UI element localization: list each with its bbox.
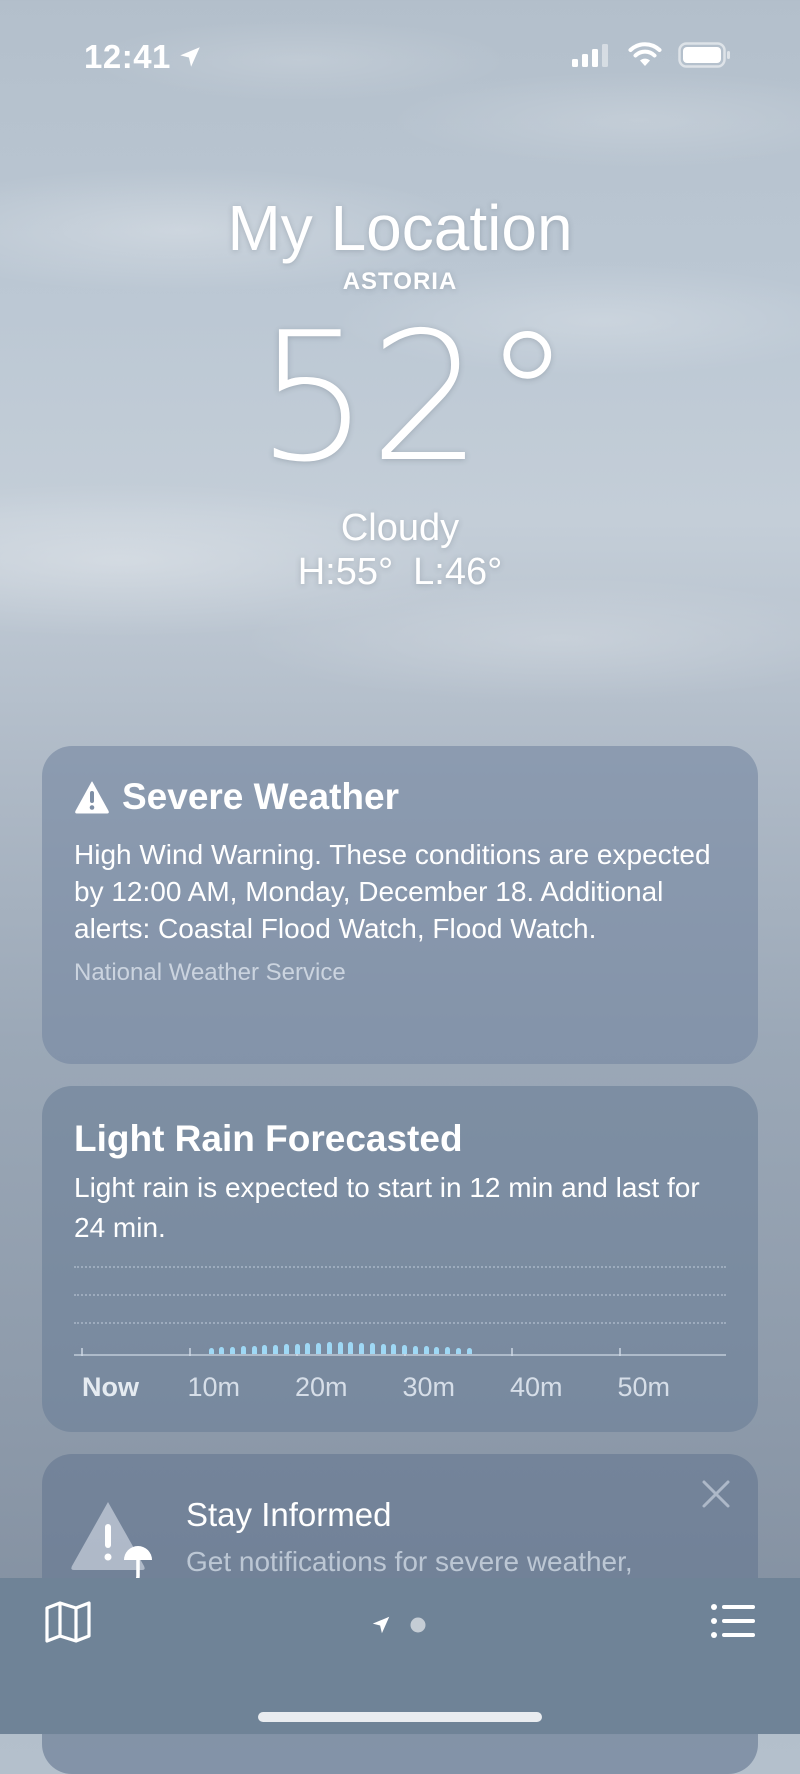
precipitation-bar xyxy=(240,1346,246,1354)
current-temperature: 52° xyxy=(256,294,572,501)
status-bar: 12:41 xyxy=(0,0,800,120)
list-icon[interactable] xyxy=(710,1602,756,1640)
severe-weather-source: National Weather Service xyxy=(74,959,346,986)
precipitation-bar xyxy=(251,1346,257,1354)
chart-tick-label: 50m xyxy=(617,1372,671,1402)
home-indicator[interactable] xyxy=(258,1712,542,1722)
precipitation-bar xyxy=(423,1346,429,1354)
chart-gridline xyxy=(74,1266,726,1268)
chart-tick-mark xyxy=(188,1348,191,1356)
precipitation-bar xyxy=(380,1344,386,1354)
precipitation-bar xyxy=(455,1348,461,1354)
precipitation-bar xyxy=(262,1345,268,1354)
precipitation-bar xyxy=(412,1346,418,1354)
precipitation-bar xyxy=(208,1348,214,1354)
status-icons xyxy=(572,42,732,68)
precipitation-bar xyxy=(445,1347,450,1354)
warning-triangle-icon xyxy=(75,781,109,814)
rain-forecast-title: Light Rain Forecasted xyxy=(74,1118,463,1159)
high-low: H:55° L:46° xyxy=(0,550,800,594)
rain-forecast-description: Light rain is expected to start in 12 mi… xyxy=(74,1172,700,1243)
chart-tick-mark xyxy=(81,1348,83,1356)
wifi-icon xyxy=(628,42,662,66)
chart-tick-label: Now xyxy=(82,1372,139,1402)
severe-weather-card[interactable]: Severe Weather High Wind Warning. These … xyxy=(42,746,758,1064)
precipitation-bar xyxy=(316,1343,321,1354)
precipitation-bar xyxy=(283,1344,289,1354)
chart-tick-label: 40m xyxy=(510,1372,563,1402)
chart-tick-mark xyxy=(511,1348,513,1356)
chart-tick-label: 30m xyxy=(402,1372,456,1402)
severe-weather-header: Severe Weather xyxy=(74,776,726,818)
precipitation-bar xyxy=(466,1348,472,1354)
precipitation-bar xyxy=(273,1345,278,1354)
chart-gridline xyxy=(74,1322,726,1324)
high-temperature: H:55° xyxy=(297,551,394,593)
location-arrow-icon xyxy=(180,47,200,67)
precipitation-bar xyxy=(402,1345,407,1354)
precipitation-chart: Now 10m 20m 30m 40m 50m xyxy=(74,1262,726,1412)
close-icon[interactable] xyxy=(698,1476,734,1512)
page-indicator[interactable] xyxy=(370,1614,426,1636)
battery-icon xyxy=(678,42,730,68)
precipitation-bar xyxy=(230,1347,235,1354)
precipitation-bar xyxy=(219,1347,225,1354)
map-icon[interactable] xyxy=(44,1600,92,1644)
page-dot-icon xyxy=(410,1617,426,1633)
location-arrow-icon xyxy=(372,1616,390,1634)
precipitation-bar xyxy=(294,1344,300,1354)
precipitation-bar xyxy=(391,1344,397,1354)
cellular-signal-icon xyxy=(572,44,608,67)
rain-forecast-card[interactable]: Light Rain Forecasted Light rain is expe… xyxy=(42,1086,758,1432)
precipitation-bar xyxy=(348,1342,354,1354)
precipitation-bar xyxy=(305,1343,311,1354)
time-text: 12:41 xyxy=(84,38,171,75)
stay-informed-title: Stay Informed xyxy=(186,1496,392,1533)
current-weather: My Location ASTORIA 52° Cloudy H:55° L:4… xyxy=(0,190,800,594)
precipitation-bar xyxy=(359,1343,364,1354)
chart-baseline xyxy=(74,1354,726,1356)
chart-gridline xyxy=(74,1294,726,1296)
status-time: 12:41 xyxy=(84,38,203,76)
location-title: My Location xyxy=(227,192,573,264)
severe-weather-description: High Wind Warning. These conditions are … xyxy=(74,839,711,944)
low-temperature: L:46° xyxy=(413,551,503,593)
chart-tick-mark xyxy=(618,1348,621,1356)
chart-tick-label: 10m xyxy=(187,1372,241,1402)
precipitation-bar xyxy=(326,1342,332,1354)
condition-text: Cloudy xyxy=(340,507,460,549)
precipitation-bar xyxy=(337,1342,343,1354)
bottom-toolbar xyxy=(0,1578,800,1734)
severe-weather-title: Severe Weather xyxy=(122,776,399,817)
chart-tick-label: 20m xyxy=(295,1372,348,1402)
precipitation-bar xyxy=(434,1347,440,1354)
precipitation-bar xyxy=(369,1343,375,1354)
